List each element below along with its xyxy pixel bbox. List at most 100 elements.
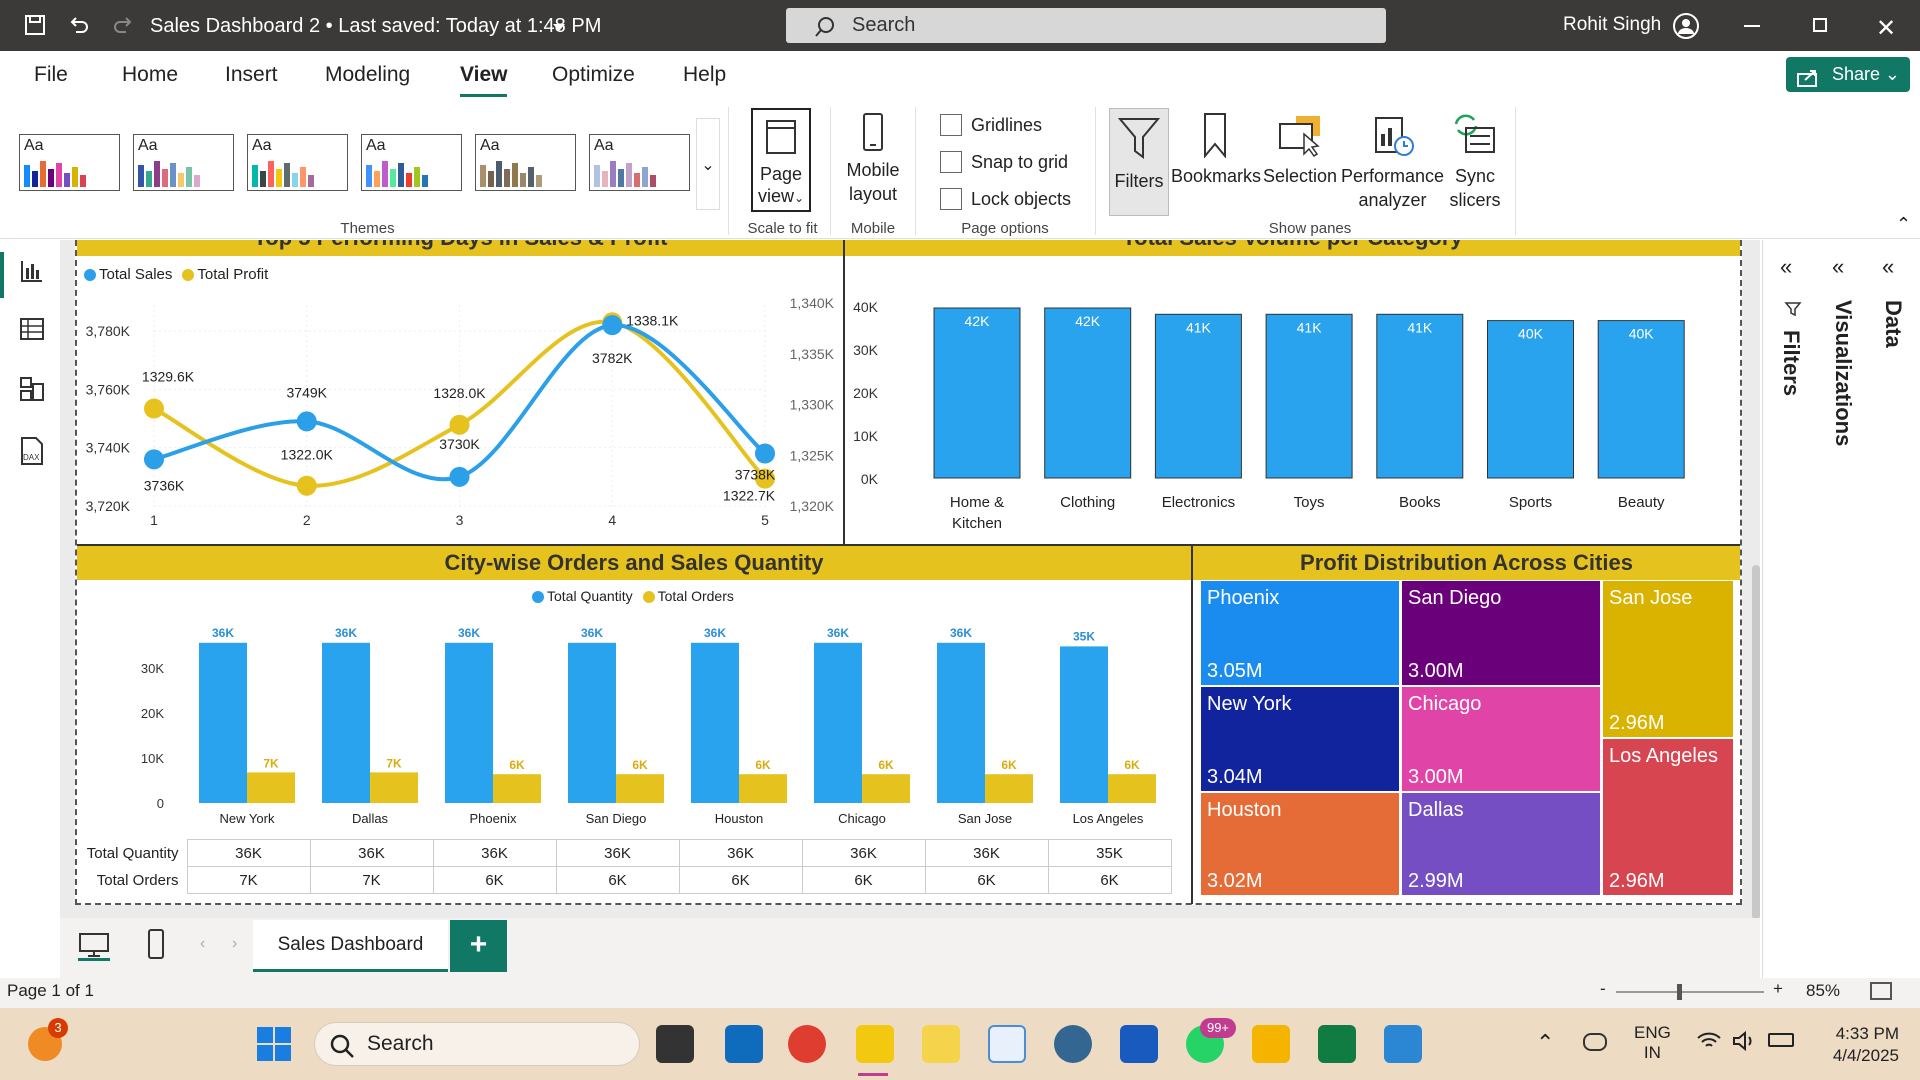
minimize-icon[interactable] [1744, 25, 1760, 27]
treemap-tile[interactable]: Los Angeles 2.96M [1602, 738, 1734, 896]
quantity-bar[interactable] [937, 642, 985, 803]
tab-scroll-right-icon[interactable]: › [232, 935, 237, 953]
quantity-bar[interactable] [568, 642, 616, 803]
canvas-scrollbar[interactable] [1752, 565, 1760, 920]
snipping-icon[interactable] [988, 1025, 1026, 1063]
tab-scroll-left-icon[interactable]: ‹ [200, 935, 205, 953]
theme-option[interactable]: Aa [19, 134, 120, 191]
wifi-icon[interactable] [1696, 1030, 1722, 1057]
orders-bar[interactable] [739, 774, 787, 803]
tray-chevron-icon[interactable]: ⌃ [1536, 1030, 1554, 1056]
category-bar[interactable] [1265, 313, 1353, 479]
line-chart[interactable]: 3,720K 3,740K 3,760K 3,780K 1,320K 1,325K 1,33… [77, 285, 843, 545]
task-view-icon[interactable] [656, 1025, 694, 1063]
quantity-bar[interactable] [691, 642, 739, 803]
quantity-bar[interactable] [445, 642, 493, 803]
performance-analyzer-button[interactable]: Performance analyzer [1340, 112, 1445, 212]
save-icon[interactable] [20, 10, 50, 40]
zoom-slider-thumb[interactable] [1677, 984, 1682, 1000]
word-icon[interactable] [1120, 1025, 1158, 1063]
filters-collapse-icon[interactable]: « [1780, 254, 1792, 280]
language-indicator[interactable]: ENG IN [1634, 1023, 1671, 1063]
chrome-icon[interactable] [788, 1025, 826, 1063]
table-view-icon[interactable] [19, 316, 45, 347]
report-view-icon[interactable] [19, 258, 45, 289]
volume-icon[interactable] [1732, 1030, 1758, 1057]
battery-icon[interactable] [1768, 1033, 1794, 1047]
orders-bar[interactable] [616, 774, 664, 803]
treemap-tile[interactable]: San Jose 2.96M [1602, 580, 1734, 738]
category-bar-chart[interactable]: 0K 10K 20K 30K 40K 42K Home & Kitchen 42K Clothin… [845, 285, 1740, 545]
page-view-button[interactable]: Page view⌄ [751, 108, 811, 212]
treemap-tile[interactable]: Dallas 2.99M [1401, 792, 1601, 896]
treemap-tile[interactable]: Houston 3.02M [1200, 792, 1400, 896]
snap-to-grid-checkbox[interactable]: Snap to grid [940, 151, 1068, 173]
theme-option[interactable]: Aa [589, 134, 690, 191]
menu-help[interactable]: Help [683, 63, 726, 87]
quantity-bar[interactable] [1060, 646, 1108, 803]
category-bar[interactable] [1487, 320, 1574, 479]
orders-bar[interactable] [985, 774, 1033, 803]
sync-slicers-button[interactable]: Sync slicers [1445, 112, 1505, 212]
menu-optimize[interactable]: Optimize [552, 63, 635, 87]
bookmarks-pane-button[interactable]: Bookmarks [1171, 112, 1261, 188]
visualizations-collapse-icon[interactable]: « [1832, 254, 1844, 280]
store-icon[interactable] [725, 1025, 763, 1063]
dax-query-icon[interactable]: DAX [16, 436, 46, 471]
treemap-tile[interactable]: Phoenix 3.05M [1200, 580, 1400, 686]
model-view-icon[interactable] [19, 376, 45, 407]
theme-option[interactable]: Aa [475, 134, 576, 191]
selection-pane-button[interactable]: Selection [1260, 112, 1340, 188]
taskbar-search[interactable]: Search [314, 1022, 640, 1066]
treemap-tile[interactable]: New York 3.04M [1200, 686, 1400, 792]
orders-bar[interactable] [247, 772, 295, 803]
search-input[interactable]: Search [786, 8, 1386, 43]
avatar-icon[interactable] [1672, 12, 1700, 45]
themes-expand-icon[interactable]: ⌄ [696, 118, 720, 210]
title-dropdown-icon[interactable] [552, 20, 566, 38]
redo-icon[interactable] [108, 10, 138, 40]
data-point-profit[interactable] [449, 414, 470, 435]
legend-item-total-profit[interactable]: Total Profit [182, 266, 268, 283]
orders-bar[interactable] [370, 772, 418, 803]
theme-option[interactable]: Aa [361, 134, 462, 191]
theme-option[interactable]: Aa [133, 134, 234, 191]
photos-icon[interactable] [1384, 1025, 1422, 1063]
orders-bar[interactable] [862, 774, 910, 803]
zoom-in-icon[interactable]: + [1773, 979, 1783, 999]
tab-sales-dashboard[interactable]: Sales Dashboard [253, 920, 448, 972]
data-point-sales[interactable] [296, 411, 317, 432]
menu-view[interactable]: View [460, 63, 508, 97]
paint-icon[interactable] [922, 1025, 960, 1063]
legend-item-total-quantity[interactable]: Total Quantity [532, 588, 633, 604]
close-icon[interactable]: ✕ [1876, 14, 1896, 43]
data-point-sales[interactable] [755, 443, 775, 464]
menu-file[interactable]: File [34, 63, 68, 87]
data-point-sales[interactable] [144, 449, 164, 470]
legend-item-total-sales[interactable]: Total Sales [84, 266, 172, 283]
treemap-tile[interactable]: San Diego 3.00M [1401, 580, 1601, 686]
legend-item-total-orders[interactable]: Total Orders [642, 588, 734, 604]
powerbi-icon[interactable] [856, 1025, 894, 1063]
undo-icon[interactable] [64, 10, 94, 40]
add-page-button[interactable]: + [450, 920, 507, 972]
start-icon[interactable] [256, 1026, 292, 1067]
collapse-ribbon-icon[interactable]: ⌃ [1896, 214, 1911, 235]
data-pane-tab[interactable]: Data [1880, 300, 1906, 348]
zoom-slider[interactable] [1616, 991, 1764, 993]
city-bar-chart[interactable]: 0 10K 20K 30K 36K 7K New York 36K 7K Dallas 36K 6K P… [77, 610, 1191, 838]
menu-insert[interactable]: Insert [225, 63, 278, 87]
clock[interactable]: 4:33 PM 4/4/2025 [1819, 1023, 1899, 1067]
quantity-bar[interactable] [814, 642, 862, 803]
category-bar[interactable] [1154, 313, 1242, 479]
mobile-view-icon[interactable] [146, 928, 166, 965]
data-collapse-icon[interactable]: « [1882, 254, 1894, 280]
document-title[interactable]: Sales Dashboard 2 • Last saved: Today at… [150, 15, 601, 38]
onedrive-icon[interactable] [1583, 1033, 1607, 1051]
treemap-tile[interactable]: Chicago 3.00M [1401, 686, 1601, 792]
restore-icon[interactable] [1813, 18, 1827, 32]
gridlines-checkbox[interactable]: Gridlines [940, 114, 1042, 136]
category-bar[interactable] [1044, 307, 1132, 479]
data-point-profit[interactable] [296, 475, 317, 496]
quantity-bar[interactable] [322, 642, 370, 803]
